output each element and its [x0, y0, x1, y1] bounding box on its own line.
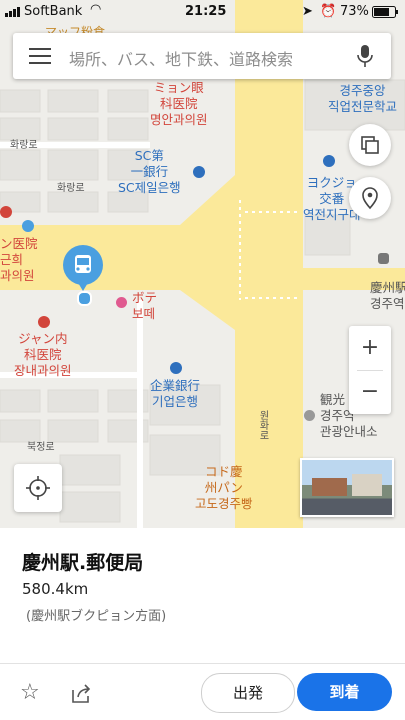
status-time: 21:25 — [185, 4, 227, 19]
zoom-in-button[interactable]: + — [349, 326, 391, 370]
poi-red-icon — [0, 206, 12, 218]
place-distance: 580.4km — [22, 580, 89, 598]
share-icon[interactable] — [70, 682, 92, 708]
poi-red-icon — [38, 316, 50, 328]
pin-icon — [362, 187, 378, 210]
label-myon: ミョン眼 科医院 명안과의원 — [150, 80, 208, 127]
arrive-button[interactable]: 到着 — [297, 673, 392, 711]
wifi-icon: ◠ — [90, 2, 102, 17]
my-location-button[interactable] — [14, 464, 62, 512]
label-wonhwa: 원화로 — [257, 410, 268, 440]
label-sc: SC第 一銀行 SC제일은행 — [118, 148, 181, 195]
battery-percent: 73% — [340, 4, 369, 19]
layers-icon — [361, 136, 379, 154]
label-bote: ボテ 보떼 — [132, 290, 158, 321]
label-hwarang-2: 화랑로 — [57, 183, 85, 194]
poi-blue-icon — [170, 362, 182, 374]
zoom-control: + − — [349, 326, 391, 414]
layers-button[interactable] — [349, 124, 391, 166]
bus-stop-marker-icon[interactable] — [63, 245, 103, 291]
place-direction: (慶州駅ブクピョン方面) — [26, 609, 167, 624]
poi-blue-icon — [193, 166, 205, 178]
label-gyeongju-station: 慶州駅 경주역 — [370, 280, 405, 311]
label-left-clinic: ン医院 근희 과의원 — [0, 236, 38, 283]
label-gyeongju: 경주중앙 직업전문학교 — [328, 83, 398, 114]
signal-icon — [5, 6, 25, 21]
depart-button[interactable]: 出発 — [201, 673, 295, 713]
poi-gray-icon — [378, 253, 389, 264]
poi-blue-icon — [323, 155, 335, 167]
poi-red-icon — [116, 297, 127, 308]
place-title: 慶州駅.郵便局 — [22, 552, 144, 574]
location-pin-button[interactable] — [349, 177, 391, 219]
favorite-star-icon[interactable]: ☆ — [20, 680, 40, 705]
street-view-thumbnail[interactable] — [300, 458, 394, 517]
label-ibk: 企業銀行 기업은행 — [150, 378, 201, 409]
status-bar: SoftBank ◠ 21:25 ➤ ⏰ 73% — [0, 0, 405, 24]
crosshair-icon — [26, 476, 50, 500]
bus-stop-icon — [22, 220, 34, 232]
label-jang: ジャン内 科医院 장내과의원 — [14, 331, 72, 378]
menu-icon[interactable] — [29, 46, 55, 66]
label-kodo: コド慶 州パン 고도경주빵 — [195, 464, 253, 511]
label-hwarang-1: 화랑로 — [10, 140, 38, 151]
bus-stop-dot — [77, 291, 92, 306]
battery-icon — [372, 6, 400, 22]
search-bar[interactable]: 場所、バス、地下鉄、道路検索 — [13, 33, 391, 79]
map-view[interactable]: マッフ粉食 ミョン眼 科医院 명안과의원 경주중앙 직업전문학교 화랑로 SC第… — [0, 0, 405, 528]
carrier-name: SoftBank — [24, 4, 83, 19]
poi-gray-icon — [304, 410, 315, 421]
search-placeholder: 場所、バス、地下鉄、道路検索 — [69, 50, 294, 69]
card-divider — [0, 663, 405, 664]
alarm-icon: ⏰ — [320, 4, 337, 19]
location-arrow-icon: ➤ — [302, 4, 313, 19]
microphone-icon[interactable] — [355, 43, 375, 69]
zoom-out-button[interactable]: − — [349, 370, 391, 414]
label-bukjeong: 북정로 — [27, 442, 55, 453]
